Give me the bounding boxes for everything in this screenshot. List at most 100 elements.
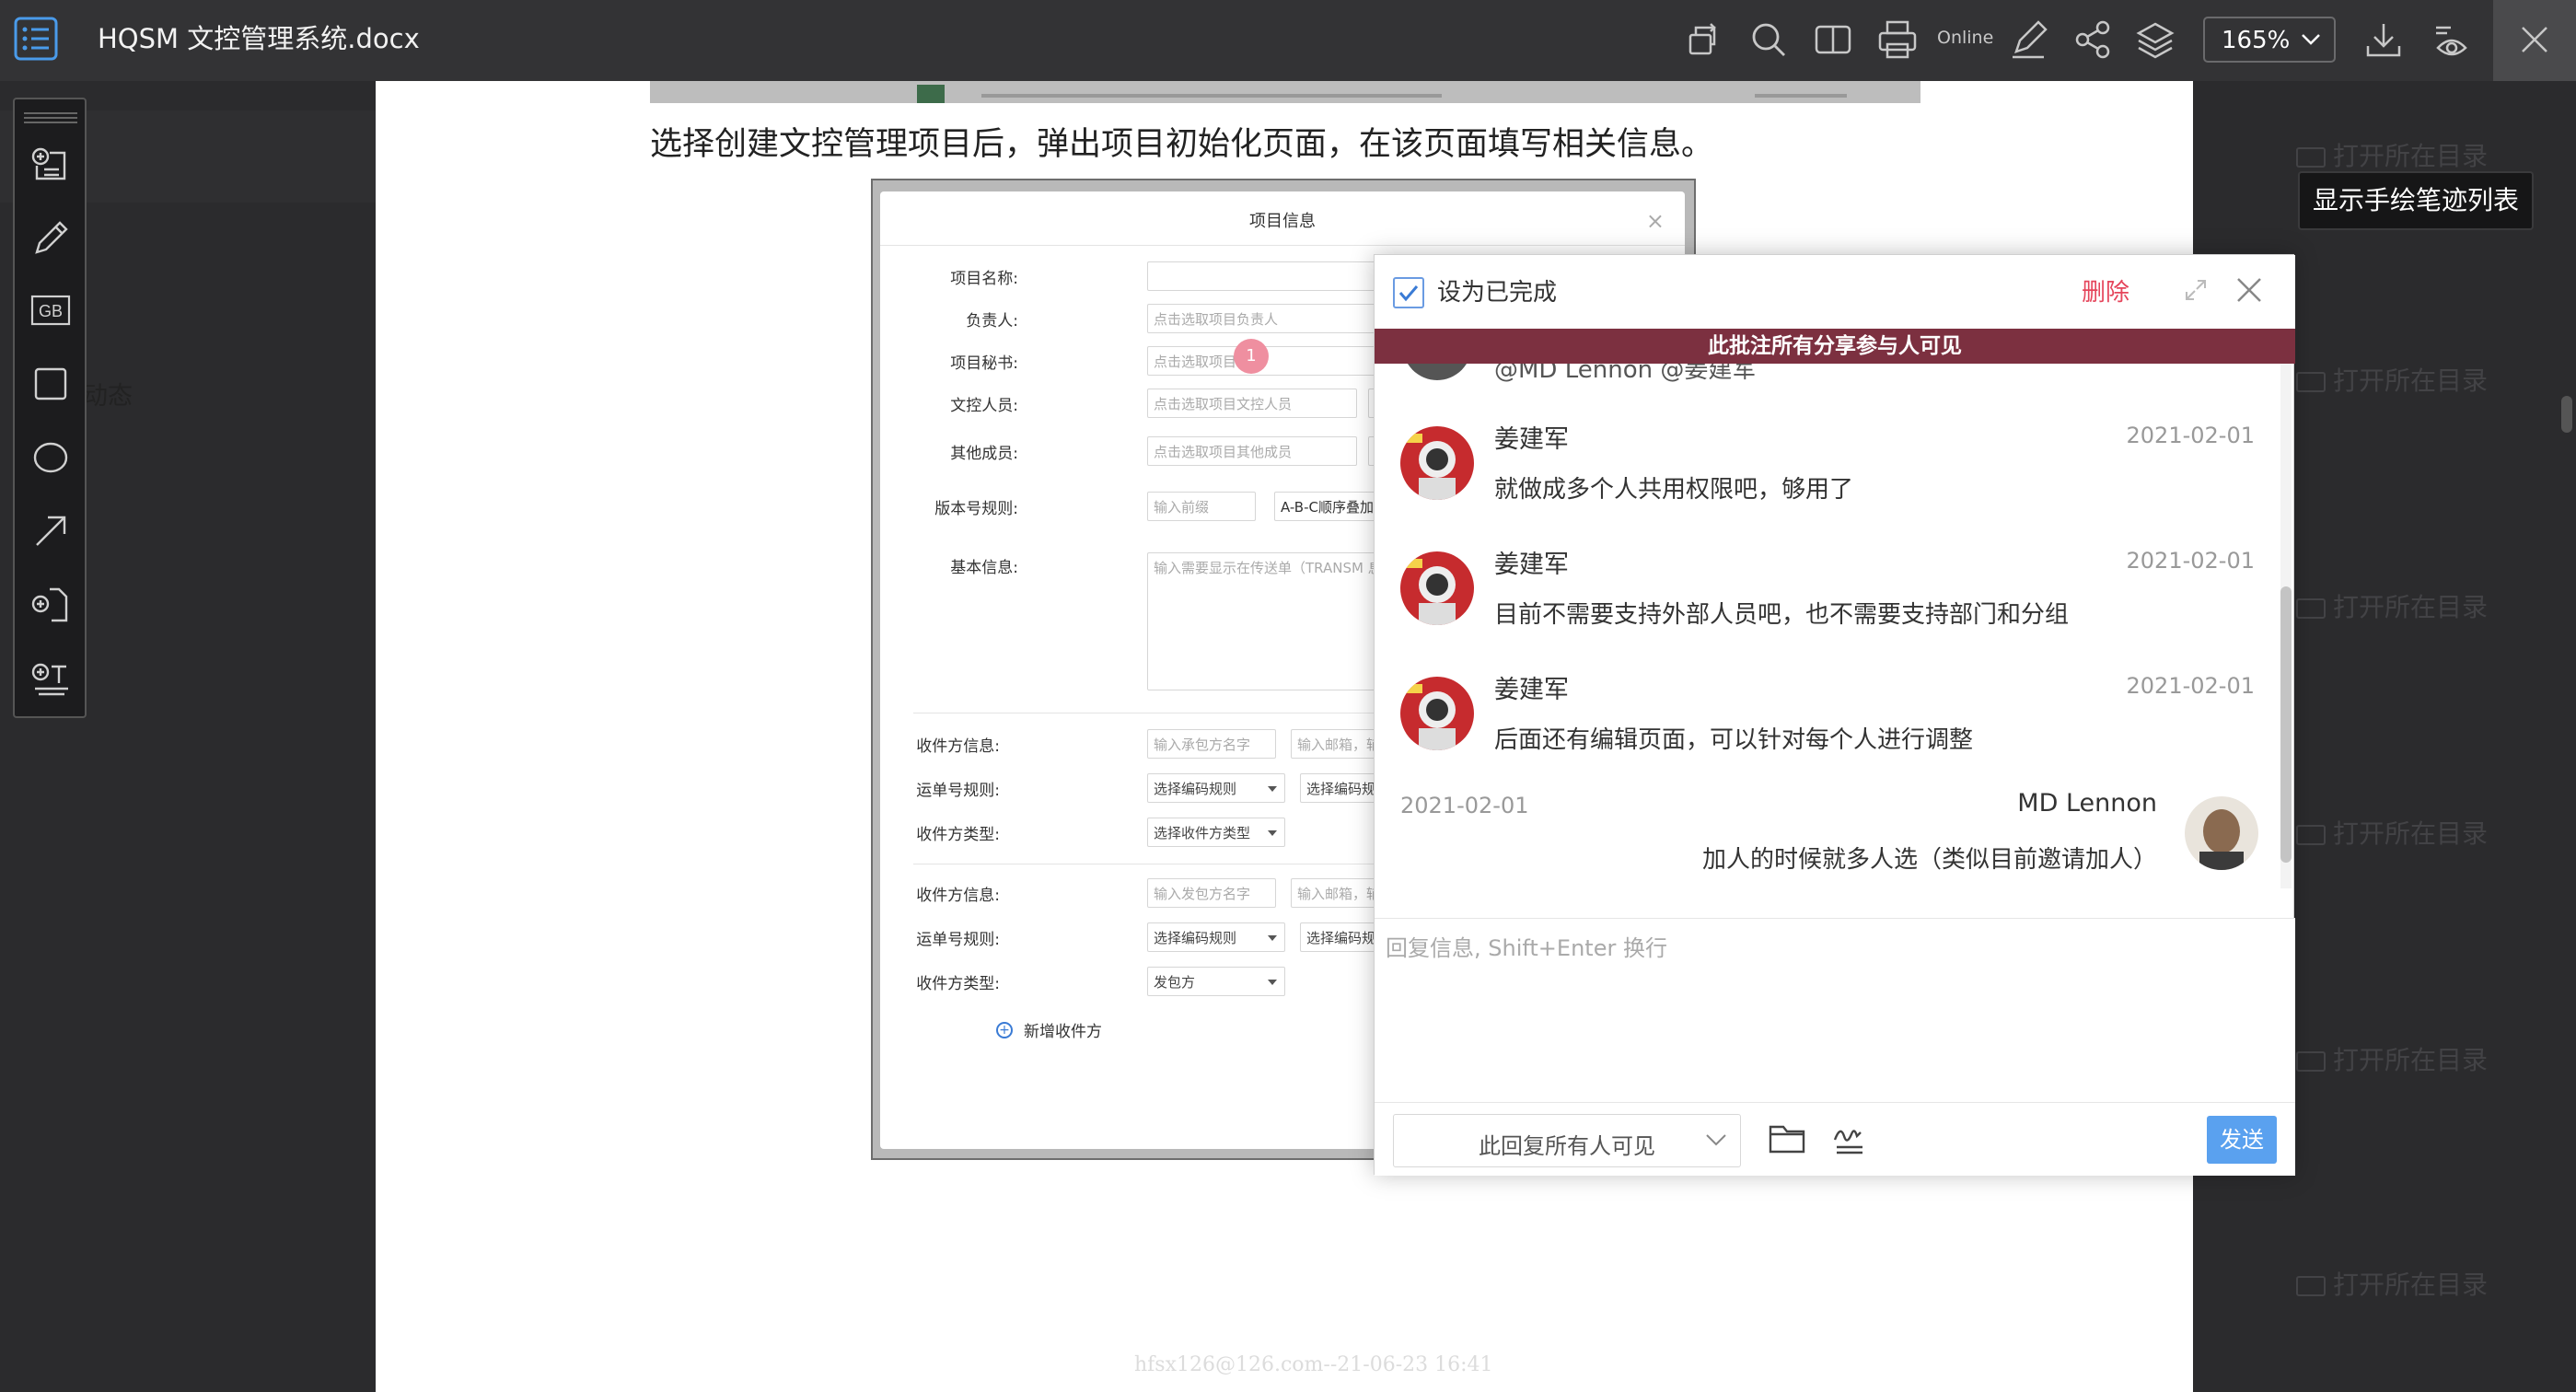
comment-text: 目前不需要支持外部人员吧，也不需要支持部门和分组 [1494,601,2070,629]
recipient-name-input: 输入承包方名字 [1147,729,1276,759]
open-folder-link[interactable]: 打开所在目录 [2296,814,2488,851]
doc-controller-input: 点击选取项目文控人员 [1147,389,1357,418]
mark-done-checkbox[interactable] [1393,277,1424,308]
comment-author: 姜建军 [1494,425,1569,454]
recipient-type-select: 发包方 [1147,967,1285,996]
waybill-rule-select: 选择编码规则 [1147,773,1285,803]
comment-item-own: MD Lennon 2021-02-01 加人的时候就多人选（类似目前邀请加人） [1375,785,2295,905]
add-attachment-icon[interactable] [29,584,72,626]
comment-text: 后面还有编辑页面，可以针对每个人进行调整 [1494,726,1974,754]
previous-image-strip [650,81,1920,103]
close-button[interactable] [2493,0,2576,81]
chevron-down-icon [2301,33,2321,46]
right-scrollbar[interactable] [2559,81,2576,1392]
chevron-down-icon [1705,1133,1727,1146]
expand-icon[interactable] [2181,275,2210,305]
annotation-toolbar: GB [13,98,87,718]
recipient-name-input: 输入发包方名字 [1147,878,1276,908]
comment-item: 姜建军 2021-02-01 目前不需要支持外部人员吧，也不需要支持部门和分组 [1375,540,2295,660]
open-folder-link[interactable]: 打开所在目录 [2296,1040,2488,1077]
comment-text: 加人的时候就多人选（类似目前邀请加人） [1701,846,2157,874]
recipient-type-select: 选择收件方类型 [1147,818,1285,847]
rectangle-icon[interactable] [29,363,72,405]
comment-item: 姜建军 2021-02-01 后面还有编辑页面，可以针对每个人进行调整 [1375,666,2295,785]
other-members-input: 点击选取项目其他成员 [1147,436,1357,466]
rotate-icon[interactable] [1681,18,1723,61]
avatar [1400,677,1474,750]
add-text-icon[interactable] [29,657,72,700]
document-title: HQSM 文控管理系统.docx [98,23,420,54]
close-icon[interactable] [2233,273,2266,307]
mark-done-label[interactable]: 设为已完成 [1437,273,1557,307]
top-toolbar: HQSM 文控管理系统.docx Online 165% [0,0,2576,81]
comment-author: MD Lennon [2017,789,2157,818]
comment-author: 姜建军 [1494,551,1569,579]
pencil-icon[interactable] [29,217,72,260]
online-label[interactable]: Online [1937,28,1993,48]
folder-icon[interactable] [1767,1119,1807,1156]
signature-icon[interactable] [1829,1119,1870,1158]
split-view-icon[interactable] [1812,18,1854,61]
add-note-icon[interactable] [29,144,72,186]
send-button[interactable]: 发送 [2207,1116,2277,1164]
right-scrollbar-thumb[interactable] [2561,396,2572,433]
waybill-rule-select: 选择编码规则 [1147,922,1285,952]
watermark: hfsx126@126.com--21-06-23 16:41 [1134,1353,1493,1376]
comment-date: 2021-02-01 [1400,793,1529,818]
print-icon[interactable] [1876,18,1919,61]
visibility-select[interactable]: 此回复所有人可见 [1393,1114,1741,1167]
pen-icon[interactable] [2007,18,2049,61]
document-paragraph: 选择创建文控管理项目后，弹出项目初始化页面，在该页面填写相关信息。 [650,126,1714,163]
avatar [1400,426,1474,500]
reply-input[interactable] [1386,932,2269,965]
add-recipient-link: 新增收件方 [1024,1023,1102,1041]
layers-icon[interactable] [2134,18,2176,61]
open-folder-link[interactable]: 打开所在目录 [2296,136,2488,173]
search-icon[interactable] [1747,18,1790,61]
comment-date: 2021-02-01 [2126,673,2255,699]
comment-footer: 此回复所有人可见 发送 [1375,1102,2295,1176]
field-label: 收件方类型: [916,975,1000,993]
visibility-banner: 此批注所有分享参与人可见 [1375,329,2295,364]
comment-panel-header: 设为已完成 删除 [1375,255,2295,329]
field-label: 项目秘书: [950,354,1018,373]
zoom-value: 165% [2222,27,2291,54]
field-label: 运单号规则: [916,931,1000,949]
delete-button[interactable]: 删除 [2082,273,2129,307]
field-label: 版本号规则: [934,500,1018,518]
avatar [1400,551,1474,625]
close-icon: × [1645,208,1665,234]
comment-scrollbar-thumb[interactable] [2280,586,2292,863]
field-label: 运单号规则: [916,782,1000,800]
drag-handle-icon[interactable] [22,109,79,125]
field-label: 项目名称: [950,270,1018,288]
dialog-divider [880,245,1685,246]
add-circle-icon: + [996,1022,1013,1038]
ellipse-icon[interactable] [29,436,72,479]
comment-date: 2021-02-01 [2126,548,2255,574]
gb-stamp-icon[interactable]: GB [29,289,72,331]
open-folder-link[interactable]: 打开所在目录 [2296,1265,2488,1302]
svg-text:GB: GB [39,302,63,320]
share-icon[interactable] [2071,18,2114,61]
comment-item: 姜建军 2021-02-01 就做成多个人共用权限吧，够用了 [1375,415,2295,535]
arrow-icon[interactable] [29,510,72,552]
app-menu-icon[interactable] [13,13,61,64]
download-icon[interactable] [2362,18,2405,61]
zoom-select[interactable]: 165% [2203,17,2336,63]
open-folder-link[interactable]: 打开所在目录 [2296,587,2488,624]
comment-panel: 设为已完成 删除 此批注所有分享参与人可见 @MD Lennon @姜建军 姜建… [1374,254,2295,1176]
avatar [2185,796,2258,870]
field-label: 收件方信息: [916,737,1000,756]
open-folder-link[interactable]: 打开所在目录 [2296,361,2488,398]
field-label: 收件方类型: [916,826,1000,844]
field-label: 负责人: [966,312,1018,331]
comment-text: @MD Lennon @姜建军 [1494,364,1757,384]
tooltip: 显示手绘笔迹列表 [2298,171,2534,230]
annotation-marker: 1 [1234,339,1269,374]
partial-left-text: 动态 [83,382,133,411]
version-prefix-input: 输入前缀 [1147,492,1256,521]
eye-settings-icon[interactable] [2431,18,2473,61]
field-label: 文控人员: [950,397,1018,415]
field-label: 基本信息: [950,559,1018,577]
